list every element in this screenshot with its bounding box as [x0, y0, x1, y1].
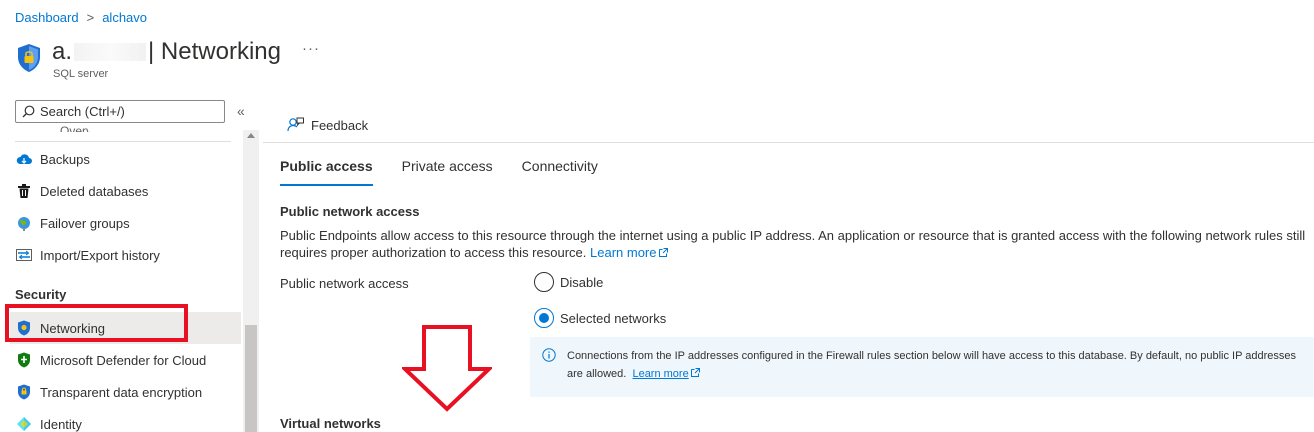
cloud-backup-icon	[16, 151, 32, 167]
public-network-access-label: Public network access	[280, 276, 409, 291]
sidebar-item-deleted-databases[interactable]: Deleted databases	[10, 175, 241, 207]
sidebar-item-label: Identity	[40, 416, 82, 432]
sidebar-item-import-export-history[interactable]: Import/Export history	[10, 239, 241, 271]
sidebar-item-failover-groups[interactable]: Failover groups	[10, 207, 241, 239]
resource-type: SQL server	[53, 68, 109, 80]
radio-selected-networks[interactable]: Selected networks	[534, 308, 666, 328]
feedback-label: Feedback	[311, 117, 369, 133]
sidebar-divider	[15, 141, 231, 142]
radio-dot	[539, 313, 549, 323]
info-learn-more-link[interactable]: Learn more	[632, 368, 700, 380]
tab-bar: Public access Private access Connectivit…	[280, 158, 627, 186]
tab-connectivity[interactable]: Connectivity	[522, 158, 598, 186]
breadcrumb-dashboard[interactable]: Dashboard	[15, 10, 79, 25]
breadcrumb-server[interactable]: alchavo	[102, 10, 147, 25]
sidebar-section-security: Security	[15, 287, 67, 302]
radio-disable[interactable]: Disable	[534, 272, 603, 292]
title-prefix: a.	[52, 38, 73, 65]
description-text: Public Endpoints allow access to this re…	[280, 228, 1306, 260]
radio-circle-checked[interactable]	[534, 308, 554, 328]
sidebar-scroll-thumb[interactable]	[245, 325, 257, 432]
globe-icon	[16, 215, 32, 231]
info-text: Connections from the IP addresses config…	[567, 347, 1302, 387]
sidebar-item-label: Import/Export history	[40, 247, 160, 263]
search-icon	[22, 105, 35, 118]
defender-shield-icon	[16, 352, 32, 368]
redacted-name	[74, 43, 147, 61]
sidebar-item-label: Failover groups	[40, 215, 130, 231]
breadcrumb: Dashboard > alchavo	[15, 10, 147, 25]
radio-label: Disable	[560, 274, 604, 290]
more-icon[interactable]: ···	[302, 40, 320, 57]
radio-circle[interactable]	[534, 272, 554, 292]
section-title-public-network-access: Public network access	[280, 204, 420, 219]
external-link-icon	[690, 368, 700, 377]
tde-shield-icon	[16, 384, 32, 400]
page-title: a. | Networking	[52, 38, 281, 66]
import-export-icon	[16, 247, 32, 263]
command-bar-divider	[263, 142, 1314, 143]
sidebar-item-label: Deleted databases	[40, 183, 149, 199]
public-access-description: Public Endpoints allow access to this re…	[280, 227, 1310, 261]
annotation-down-arrow-icon	[402, 325, 492, 412]
tab-public-access[interactable]: Public access	[280, 158, 373, 186]
feedback-icon	[287, 117, 304, 132]
info-learn-more-label: Learn more	[632, 368, 689, 380]
feedback-button[interactable]: Feedback	[287, 117, 368, 133]
info-banner: Connections from the IP addresses config…	[530, 337, 1314, 397]
identity-icon	[16, 416, 32, 432]
radio-label: Selected networks	[560, 310, 667, 326]
sidebar-item-transparent-data-encryption[interactable]: Transparent data encryption	[10, 376, 241, 408]
tab-private-access[interactable]: Private access	[402, 158, 493, 186]
learn-more-link[interactable]: Learn more	[590, 245, 668, 260]
sidebar-item-microsoft-defender[interactable]: Microsoft Defender for Cloud	[10, 344, 241, 376]
sidebar-item-backups[interactable]: Backups	[10, 143, 241, 175]
sidebar-search-input[interactable]	[40, 104, 210, 119]
clipped-sidebar-item: Overview	[60, 124, 90, 132]
annotation-highlight-box	[5, 304, 188, 342]
info-icon	[542, 348, 556, 362]
sidebar-item-label: Backups	[40, 151, 90, 167]
sidebar-item-label: Microsoft Defender for Cloud	[40, 352, 207, 368]
section-title-virtual-networks: Virtual networks	[280, 416, 381, 431]
learn-more-label: Learn more	[590, 245, 657, 260]
sidebar-item-identity[interactable]: Identity	[10, 408, 241, 432]
title-suffix: | Networking	[148, 38, 281, 65]
external-link-icon	[658, 248, 668, 257]
sidebar-item-label: Transparent data encryption	[40, 384, 203, 400]
chevron-right-icon: >	[86, 10, 95, 25]
collapse-sidebar-icon[interactable]: «	[237, 103, 245, 119]
scroll-up-arrow-icon[interactable]	[243, 132, 259, 144]
trash-icon	[16, 183, 32, 199]
sidebar-search-box[interactable]	[15, 100, 225, 123]
sql-server-shield-icon	[16, 43, 42, 73]
